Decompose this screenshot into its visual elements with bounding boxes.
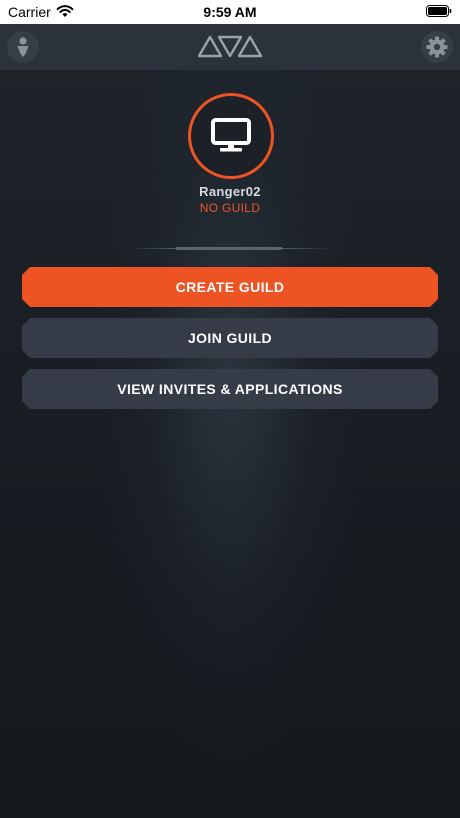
create-guild-button[interactable]: CREATE GUILD xyxy=(22,267,438,307)
divider-accent xyxy=(176,247,282,250)
clock: 9:59 AM xyxy=(203,4,257,20)
avatar[interactable] xyxy=(188,93,274,179)
guild-screen: Carrier 9:59 AM Ranger02 NO GUILD CREATE… xyxy=(0,0,460,818)
guild-status: NO GUILD xyxy=(199,201,261,215)
settings-button[interactable] xyxy=(421,31,453,63)
monitor-icon xyxy=(211,118,251,152)
logo-triangles-icon xyxy=(197,35,263,58)
view-invites-button[interactable]: VIEW INVITES & APPLICATIONS xyxy=(22,369,438,409)
profile-icon xyxy=(17,37,29,57)
status-bar: Carrier 9:59 AM xyxy=(0,0,460,24)
join-guild-button[interactable]: JOIN GUILD xyxy=(22,318,438,358)
gear-icon xyxy=(426,36,448,58)
nav-bar xyxy=(0,24,460,71)
username: Ranger02 xyxy=(199,184,261,199)
profile-button[interactable] xyxy=(7,31,39,63)
battery-icon xyxy=(426,5,452,17)
